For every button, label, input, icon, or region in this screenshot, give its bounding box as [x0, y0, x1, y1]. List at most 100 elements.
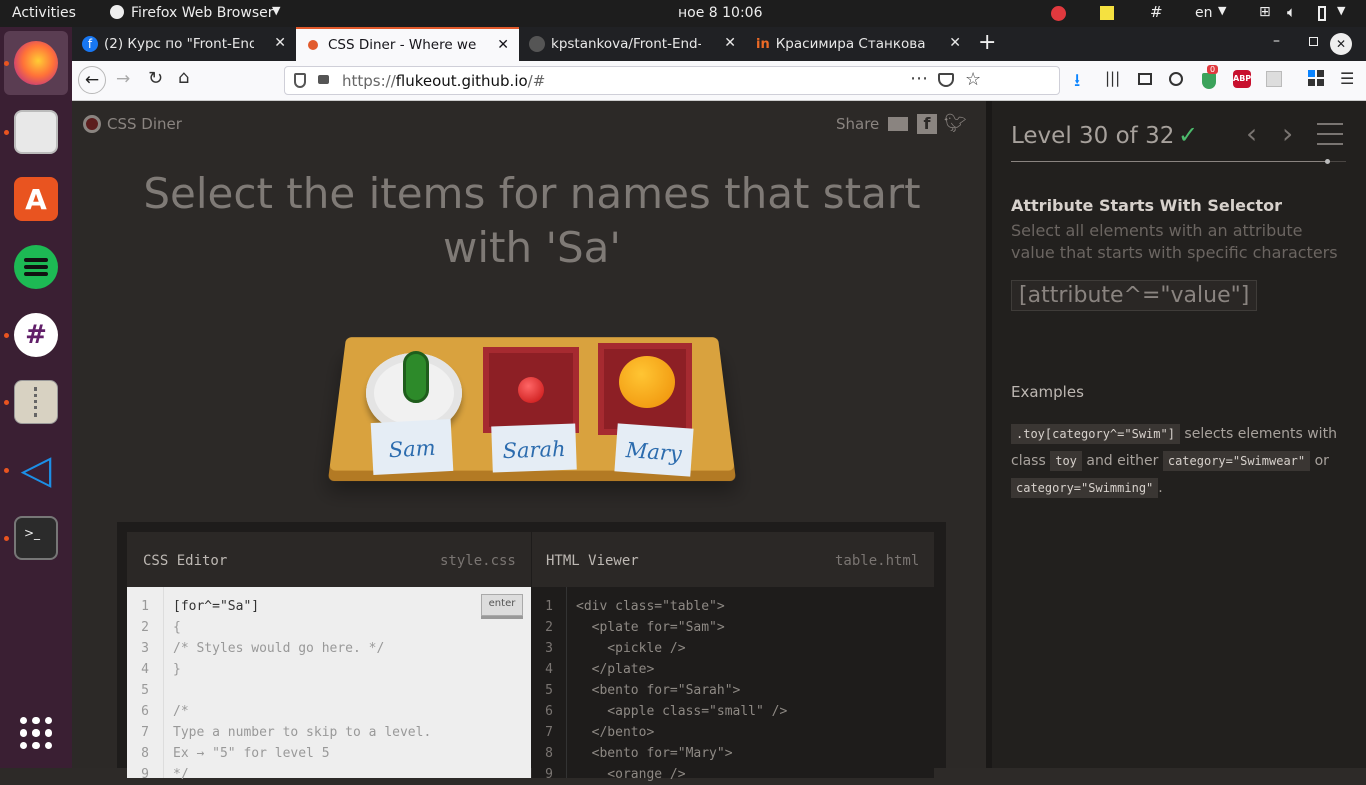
page-actions-icon[interactable]: ⋯	[910, 68, 928, 89]
twitter-share-icon[interactable]: 🐦︎	[944, 113, 967, 134]
clock[interactable]: ное 8 10:06	[678, 5, 763, 21]
small-apple[interactable]	[518, 377, 544, 403]
email-share-icon[interactable]	[888, 117, 908, 131]
tab-label: (2) Курс по "Front-End W	[104, 36, 254, 52]
firefox-icon[interactable]	[14, 41, 58, 85]
tab-css-diner[interactable]: CSS Diner - Where we fe ✕	[296, 27, 519, 61]
home-button[interactable]: ⌂	[178, 67, 189, 88]
sidebar-icon[interactable]	[1138, 73, 1152, 85]
multi-account-icon[interactable]	[1308, 70, 1324, 86]
url-bar[interactable]: https://flukeout.github.io/# ⋯ ☆	[284, 66, 1060, 95]
level-indicator: Level 30 of 32	[1011, 123, 1175, 149]
minimize-button[interactable]: –	[1273, 33, 1280, 49]
reload-button[interactable]: ↻	[148, 68, 163, 89]
name-card-sam: Sam	[370, 418, 454, 476]
adblock-plus-icon[interactable]: ABP	[1233, 70, 1251, 88]
files-icon[interactable]	[14, 110, 58, 154]
vscode-icon[interactable]: ◁	[14, 447, 58, 493]
next-level-button[interactable]: ›	[1282, 117, 1293, 150]
maximize-button[interactable]	[1309, 37, 1318, 46]
code-line[interactable]: <plate for="Sam">	[576, 617, 787, 638]
example-text: and either	[1086, 453, 1159, 469]
html-viewer-pane: 123456789 <div class="table"> <plate for…	[532, 587, 934, 782]
logo-text[interactable]: CSS Diner	[107, 115, 182, 133]
slack-icon[interactable]: #	[14, 313, 58, 357]
tab-facebook-course[interactable]: f (2) Курс по "Front-End W ✕	[72, 27, 296, 61]
previous-level-button[interactable]: ‹	[1246, 117, 1257, 150]
system-top-bar: Activities Firefox Web Browser ▼ ное 8 1…	[0, 0, 1366, 27]
hamburger-menu-icon[interactable]: ☰	[1340, 69, 1354, 88]
example-code: category="Swimming"	[1011, 478, 1159, 498]
ublock-icon[interactable]	[1202, 73, 1216, 89]
close-tab-icon[interactable]: ✕	[274, 35, 286, 51]
example-text: selects elements	[1184, 426, 1303, 442]
page-content: CSS Diner Share f 🐦︎ Select the items fo…	[72, 101, 1366, 782]
progress-marker	[1325, 159, 1330, 164]
lock-icon[interactable]	[318, 75, 329, 84]
css-editor-pane: 123456789 [for^="Sa"] { /* Styles would …	[127, 587, 531, 782]
html-filename: table.html	[835, 553, 920, 569]
browser-nav-bar: ← → ↻ ⌂ https://flukeout.github.io/# ⋯ ☆…	[72, 61, 1366, 101]
tab-label: kpstankova/Front-End-W	[551, 36, 701, 52]
activities-button[interactable]: Activities	[12, 5, 76, 21]
level-menu-button[interactable]	[1317, 123, 1343, 145]
code-line[interactable]: <orange />	[576, 764, 787, 785]
close-tab-icon[interactable]: ✕	[949, 35, 961, 51]
code-line[interactable]: <apple class="small" />	[576, 701, 787, 722]
network-icon[interactable]: ⊞	[1259, 4, 1271, 20]
css-input[interactable]: [for^="Sa"]	[173, 596, 431, 617]
running-indicator	[4, 333, 9, 338]
close-tab-icon[interactable]: ✕	[724, 35, 736, 51]
close-tab-icon[interactable]: ✕	[497, 37, 509, 53]
back-button[interactable]: ←	[78, 66, 106, 94]
account-icon[interactable]	[1169, 72, 1183, 86]
tab-profile[interactable]: in Красимира Станкова: Пр ✕	[746, 27, 971, 61]
bookmark-star-icon[interactable]: ☆	[965, 69, 981, 90]
level-instruction: Select the items for names that start wi…	[143, 169, 921, 272]
chevron-down-icon: ▼	[272, 4, 281, 17]
downloads-icon[interactable]: ⭳	[1074, 68, 1080, 98]
do-not-disturb-icon[interactable]	[1051, 6, 1066, 21]
code-line[interactable]: <bento for="Mary">	[576, 743, 787, 764]
code-line: */	[173, 767, 189, 782]
language-indicator[interactable]: en	[1195, 5, 1213, 21]
archive-manager-icon[interactable]	[14, 380, 58, 424]
facebook-share-icon[interactable]: f	[917, 114, 937, 134]
code-line[interactable]: <pickle />	[576, 638, 787, 659]
pickle[interactable]	[403, 351, 429, 403]
css-editor-header: CSS Editor style.css	[127, 532, 531, 587]
code-line[interactable]: </plate>	[576, 659, 787, 680]
css-filename: style.css	[440, 553, 516, 569]
orange[interactable]	[619, 356, 675, 408]
spotify-icon[interactable]	[14, 245, 58, 289]
ublock-badge: 0	[1207, 65, 1219, 74]
running-indicator	[4, 468, 9, 473]
slack-tray-icon[interactable]: #	[1150, 3, 1163, 21]
software-center-icon[interactable]: A	[14, 177, 58, 221]
close-window-button[interactable]: ✕	[1330, 33, 1352, 55]
forward-button[interactable]: →	[116, 69, 130, 89]
pocket-icon[interactable]	[938, 73, 954, 87]
github-icon	[529, 36, 545, 52]
css-line-numbers: 123456789	[141, 599, 149, 782]
tab-github[interactable]: kpstankova/Front-End-W ✕	[519, 27, 746, 61]
code-line[interactable]: <div class="table">	[576, 596, 787, 617]
code-line[interactable]: <bento for="Sarah">	[576, 680, 787, 701]
example-text: .	[1158, 480, 1163, 496]
browser-tab-bar: f (2) Курс по "Front-End W ✕ CSS Diner -…	[72, 27, 1366, 61]
terminal-icon[interactable]: >_	[14, 516, 58, 560]
show-applications-icon[interactable]	[20, 717, 52, 749]
example-code: toy	[1050, 451, 1082, 471]
enter-button[interactable]: enter	[481, 594, 523, 616]
app-menu-button[interactable]: Firefox Web Browser	[131, 5, 274, 21]
volume-icon[interactable]: 🔈︎	[1287, 3, 1296, 21]
code-line[interactable]: </bento>	[576, 722, 787, 743]
url-text[interactable]: https://flukeout.github.io/#	[342, 72, 545, 90]
library-icon[interactable]: |||	[1105, 69, 1120, 87]
battery-icon[interactable]	[1318, 6, 1326, 21]
extension-icon[interactable]	[1266, 71, 1282, 87]
notes-icon[interactable]	[1100, 6, 1114, 20]
shield-icon[interactable]	[294, 73, 306, 88]
new-tab-button[interactable]: +	[978, 30, 996, 55]
chevron-down-icon: ▼	[1337, 4, 1346, 17]
